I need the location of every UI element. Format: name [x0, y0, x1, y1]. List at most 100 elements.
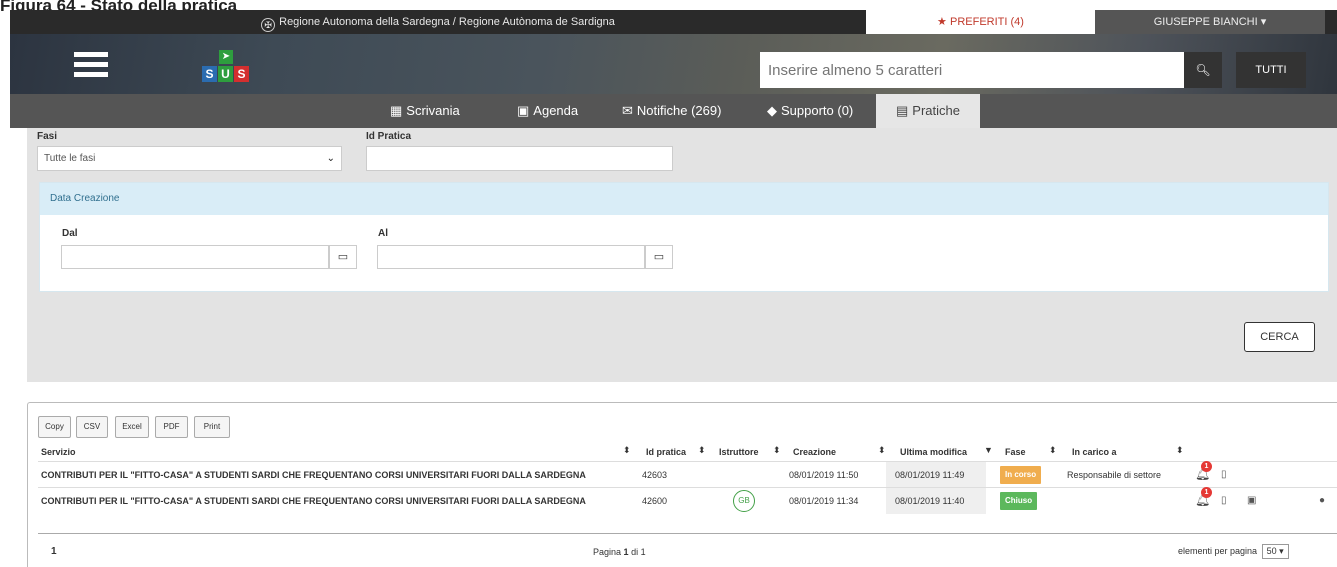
page-number-button[interactable]: 1	[51, 546, 57, 557]
page-info-suffix: di 1	[631, 547, 646, 557]
header-id-pratica[interactable]: Id pratica	[646, 447, 686, 457]
search-icon: 🔍︎	[1195, 63, 1211, 77]
header-ultima-modifica[interactable]: Ultima modifica	[900, 447, 967, 457]
pdf-file-icon[interactable]: ▯	[1221, 469, 1227, 480]
nav-scrivania[interactable]: ▦ Scrivania	[390, 94, 460, 128]
cell-servizio[interactable]: CONTRIBUTI PER IL "FITTO-CASA" A STUDENT…	[41, 462, 586, 488]
status-badge: In corso	[1000, 466, 1042, 484]
bell-icon[interactable]: 🔔︎ 1	[1195, 461, 1212, 481]
pdf-file-icon[interactable]: ▯	[1221, 495, 1227, 506]
chevron-down-icon: ⌄	[326, 153, 335, 164]
fasi-select-value: Tutte le fasi	[44, 153, 96, 164]
nav-pratiche[interactable]: ▤ Pratiche	[876, 94, 980, 128]
fasi-label: Fasi	[37, 131, 58, 142]
sort-desc-icon[interactable]: ▼	[984, 445, 993, 455]
dal-calendar-icon[interactable]: ▭	[329, 245, 357, 269]
filter-panel: Fasi Tutte le fasi ⌄ Id Pratica Data Cre…	[27, 128, 1337, 382]
id-pratica-input[interactable]	[366, 146, 673, 171]
nav-notifiche[interactable]: ✉ Notifiche (269)	[622, 94, 721, 128]
nav-scrivania-label: Scrivania	[406, 103, 460, 118]
user-name: GIUSEPPE BIANCHI	[1153, 16, 1258, 28]
cell-id: 42603	[642, 470, 668, 480]
envelope-icon: ✉	[622, 103, 633, 118]
nav-agenda-label: Agenda	[533, 103, 579, 118]
main-nav: ▦ Scrivania ▣ Agenda ✉ Notifiche (269) ◆ Sup…	[10, 94, 1337, 128]
sort-creazione-icon[interactable]: ⬍	[878, 445, 886, 456]
sort-servizio-icon[interactable]: ⬍	[623, 445, 631, 456]
data-creazione-panel: Data Creazione Dal ▭ Al ▭	[39, 182, 1329, 292]
header-banner: ➤ S U S 🔍︎ TUTTI	[10, 34, 1337, 94]
cell-servizio[interactable]: CONTRIBUTI PER IL "FITTO-CASA" A STUDENT…	[41, 488, 586, 514]
excel-button[interactable]: Excel	[115, 416, 149, 438]
per-page-label: elementi per pagina	[1178, 546, 1258, 556]
search-button[interactable]: 🔍︎	[1184, 52, 1222, 88]
favorites-link[interactable]: ★ PREFERITI (4)	[866, 10, 1095, 34]
bell-icon[interactable]: 🔔︎ 1	[1195, 487, 1212, 507]
csv-button[interactable]: CSV	[76, 416, 108, 438]
top-bar: ✠ Regione Autonoma della Sardegna / Regio…	[10, 10, 1337, 34]
hamburger-menu-icon[interactable]	[74, 52, 108, 78]
header-istruttore[interactable]: Istruttore	[719, 447, 759, 457]
global-search-input[interactable]	[760, 52, 1184, 88]
search-scope-button[interactable]: TUTTI	[1236, 52, 1306, 88]
header-fase[interactable]: Fase	[1005, 447, 1026, 457]
favorites-label: PREFERITI (4)	[949, 16, 1024, 28]
cell-id: 42600	[642, 496, 668, 506]
region-text: Regione Autonoma della Sardegna / Region…	[279, 16, 615, 28]
notification-count: 1	[1201, 487, 1212, 498]
istruttore-avatar: GB	[733, 490, 755, 512]
cerca-button[interactable]: CERCA	[1244, 322, 1315, 352]
tag-icon: ◆	[767, 103, 777, 118]
calendar-icon: ▣	[517, 103, 530, 118]
logo-letter-s1: S	[202, 66, 217, 82]
al-label: Al	[378, 228, 388, 239]
comments-icon[interactable]: ●	[1319, 495, 1325, 506]
user-menu[interactable]: GIUSEPPE BIANCHI ▾	[1095, 10, 1325, 34]
dal-date-input[interactable]	[61, 245, 329, 269]
nav-notifiche-label: Notifiche (269)	[636, 103, 722, 118]
header-servizio[interactable]: Servizio	[41, 447, 76, 457]
print-button[interactable]: Print	[194, 416, 230, 438]
sort-fase-icon[interactable]: ⬍	[1049, 445, 1057, 456]
al-date-input[interactable]	[377, 245, 645, 269]
nav-pratiche-label: Pratiche	[912, 103, 960, 118]
cell-creazione: 08/01/2019 11:34	[789, 496, 859, 506]
cursor-arrow-icon: ➤	[219, 50, 233, 64]
table-row[interactable]: CONTRIBUTI PER IL "FITTO-CASA" A STUDENT…	[38, 461, 1337, 488]
copy-button[interactable]: Copy	[38, 416, 71, 438]
per-page-control: elementi per pagina 50 ▾	[1178, 544, 1289, 559]
dashboard-icon: ▦	[390, 103, 403, 118]
region-emblem-icon: ✠	[261, 18, 276, 32]
page-info-prefix: Pagina	[593, 547, 622, 557]
results-panel: Copy CSV Excel PDF Print Servizio ⬍ Id p…	[27, 402, 1337, 567]
fasi-select[interactable]: Tutte le fasi ⌄	[37, 146, 342, 171]
header-in-carico[interactable]: In carico a	[1072, 447, 1117, 457]
table-footer-divider	[38, 533, 1337, 534]
nav-agenda[interactable]: ▣ Agenda	[517, 94, 578, 128]
sort-id-icon[interactable]: ⬍	[698, 445, 706, 456]
nav-supporto-label: Supporto (0)	[781, 103, 854, 118]
cell-ultima-modifica: 08/01/2019 11:40	[886, 488, 986, 514]
header-creazione[interactable]: Creazione	[793, 447, 836, 457]
table-row[interactable]: CONTRIBUTI PER IL "FITTO-CASA" A STUDENT…	[38, 487, 1337, 514]
logo-letter-s2: S	[234, 66, 249, 82]
per-page-value: 50	[1266, 546, 1277, 556]
nav-supporto[interactable]: ◆ Supporto (0)	[767, 94, 853, 128]
status-badge: Chiuso	[1000, 492, 1038, 510]
cell-in-carico: Responsabile di settore	[1067, 470, 1162, 480]
cell-creazione: 08/01/2019 11:50	[789, 470, 859, 480]
archive-icon[interactable]: ▣	[1247, 495, 1256, 506]
per-page-select[interactable]: 50 ▾	[1261, 544, 1289, 559]
page-info-current: 1	[623, 547, 629, 557]
sus-logo[interactable]: ➤ S U S	[198, 50, 254, 86]
caret-down-icon: ▾	[1260, 16, 1267, 28]
region-label: ✠ Regione Autonoma della Sardegna / Regio…	[10, 10, 866, 34]
al-calendar-icon[interactable]: ▭	[645, 245, 673, 269]
document-icon: ▤	[896, 103, 909, 118]
id-pratica-label: Id Pratica	[366, 131, 412, 142]
sort-in-carico-icon[interactable]: ⬍	[1176, 445, 1184, 456]
logo-letter-u: U	[218, 66, 233, 82]
data-creazione-header: Data Creazione	[40, 183, 1328, 215]
sort-istruttore-icon[interactable]: ⬍	[773, 445, 781, 456]
pdf-button[interactable]: PDF	[155, 416, 188, 438]
